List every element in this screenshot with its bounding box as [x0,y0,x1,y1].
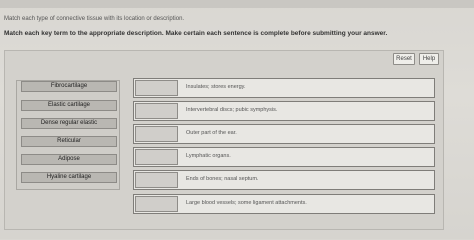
match-row: Lymphatic organs. [133,147,435,167]
term-adipose[interactable]: Adipose [21,154,117,165]
match-row: Intervertebral discs; pubic symphysis. [133,101,435,121]
description-text: Lymphatic organs. [186,153,231,159]
term-hyaline-cartilage[interactable]: Hyaline cartilage [21,172,117,183]
instruction-line: Match each type of connective tissue wit… [4,16,185,22]
description-text: Intervertebral discs; pubic symphysis. [186,107,278,113]
answer-drop-zone[interactable] [135,172,178,188]
description-text: Insulates; stores energy. [186,84,246,90]
term-elastic-cartilage[interactable]: Elastic cartilage [21,100,117,111]
term-fibrocartilage[interactable]: Fibrocartilage [21,81,117,92]
description-text: Ends of bones; nasal septum. [186,176,259,182]
reset-button[interactable]: Reset [393,53,415,65]
term-bank: Fibrocartilage Elastic cartilage Dense r… [16,80,120,190]
answer-drop-zone[interactable] [135,80,178,96]
answer-drop-zone[interactable] [135,103,178,119]
description-text: Large blood vessels; some ligament attac… [186,200,307,206]
answer-drop-zone[interactable] [135,196,178,212]
match-row: Large blood vessels; some ligament attac… [133,194,435,214]
top-strip [0,0,474,8]
match-row: Outer part of the ear. [133,124,435,144]
instruction-bold: Match each key term to the appropriate d… [4,30,388,37]
match-row: Insulates; stores energy. [133,78,435,98]
answer-drop-zone[interactable] [135,149,178,165]
term-dense-regular[interactable]: Dense regular elastic [21,118,117,129]
answer-drop-zone[interactable] [135,126,178,142]
description-text: Outer part of the ear. [186,130,237,136]
help-button[interactable]: Help [419,53,439,65]
term-reticular[interactable]: Reticular [21,136,117,147]
match-row: Ends of bones; nasal septum. [133,170,435,190]
